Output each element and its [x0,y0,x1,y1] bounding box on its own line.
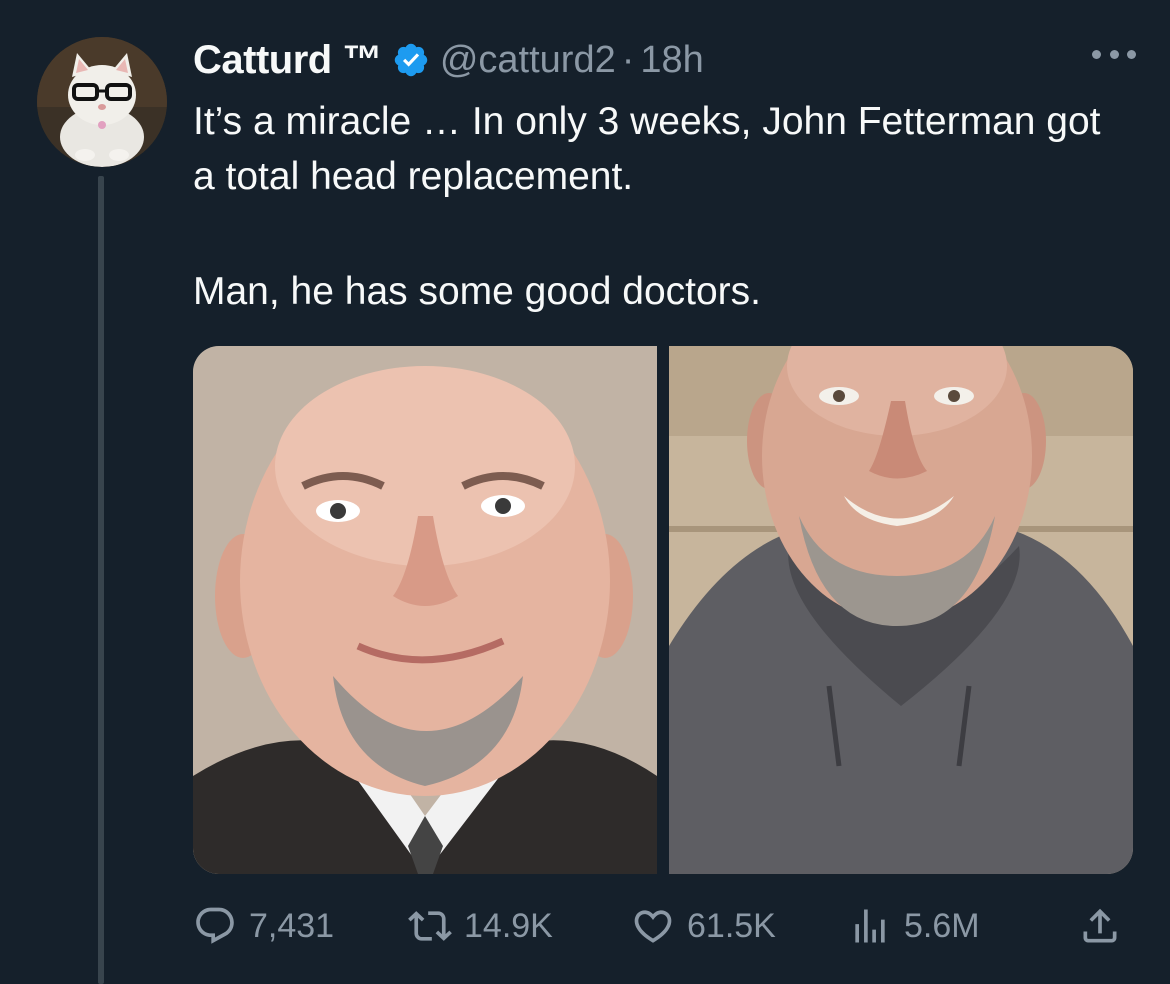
more-dot [1092,49,1101,59]
retweet-button[interactable]: 14.9K [408,896,553,956]
user-handle[interactable]: @catturd2 [440,39,616,82]
reply-button[interactable]: 7,431 [193,896,334,956]
media-photo-left[interactable] [193,346,657,874]
media-grid [193,346,1133,874]
more-dot [1109,49,1119,59]
reply-count: 7,431 [249,906,335,945]
verified-badge-icon[interactable] [392,41,430,79]
share-icon [1083,908,1117,943]
reply-icon [196,907,234,944]
retweet-icon [408,911,452,941]
action-bar: 7,431 14.9K 61.5K 5.6M [193,896,1138,956]
tweet-page: Catturd ™ @catturd2 · 18h It’s a miracle… [0,0,1170,984]
views-button[interactable]: 5.6M [848,896,980,956]
share-button[interactable] [1078,896,1134,956]
heart-icon [634,910,672,943]
views-count: 5.6M [904,906,980,945]
like-button[interactable]: 61.5K [631,896,776,956]
portrait-photo-hoodie [669,346,1133,874]
tweet-header: Catturd ™ @catturd2 · 18h [193,30,704,90]
display-name[interactable]: Catturd ™ [193,38,382,83]
separator-dot: · [621,38,635,81]
avatar[interactable] [37,37,167,167]
portrait-photo-suit [193,346,657,874]
more-icon[interactable] [1092,42,1136,66]
cat-avatar-image [37,37,167,167]
tweet-text-paragraph-2: Man, he has some good doctors. [193,270,761,313]
like-count: 61.5K [687,906,776,945]
thread-line [98,176,104,984]
more-dot [1127,49,1136,59]
tweet-timestamp[interactable]: 18h [640,39,703,82]
media-photo-right[interactable] [669,346,1133,874]
tweet-text: It’s a miracle … In only 3 weeks, John F… [193,94,1133,319]
tweet-text-paragraph-1: It’s a miracle … In only 3 weeks, John F… [193,100,1101,198]
views-icon [855,909,885,943]
retweet-count: 14.9K [464,906,553,945]
